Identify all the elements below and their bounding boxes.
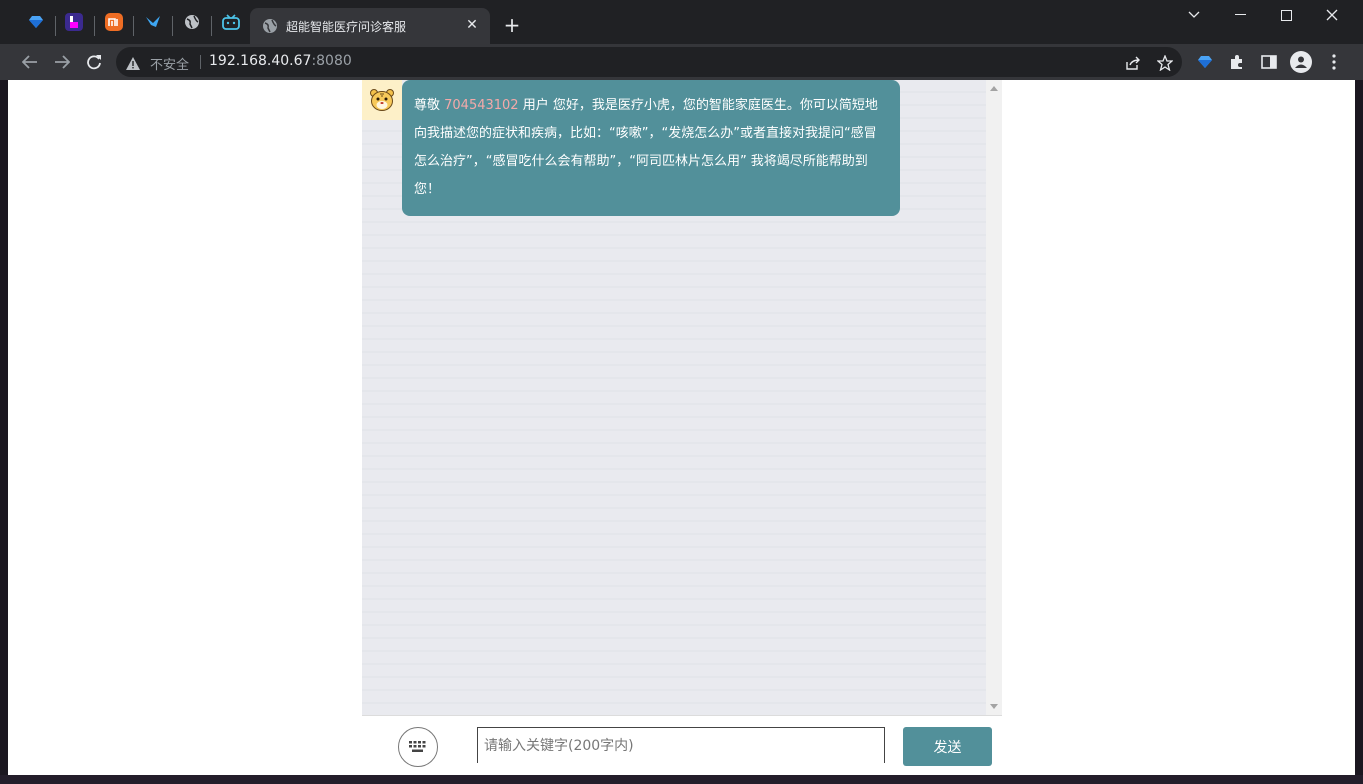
page-viewport: 尊敬 704543102 用户 您好，我是医疗小虎，您的智能家庭医生。你可以简短… [8,80,1355,775]
gem-icon[interactable] [27,13,45,31]
scroll-down-icon[interactable] [990,704,998,709]
profile-avatar-icon[interactable] [1290,51,1312,73]
url-text[interactable]: 192.168.40.67:8080 [209,53,352,69]
maximize-button[interactable] [1263,4,1309,26]
globe-icon[interactable] [183,13,201,31]
user-id: 704543102 [444,98,519,113]
share-icon[interactable] [1124,54,1142,72]
warning-icon[interactable] [126,55,140,74]
menu-dots-icon[interactable] [1325,53,1343,71]
tiger-avatar-icon [370,89,394,111]
chat-scrollbar[interactable] [986,80,1002,715]
active-tab[interactable]: 超能智能医疗问诊客服 ✕ [250,8,490,44]
side-panel-icon[interactable] [1260,53,1278,71]
bot-welcome-message: 尊敬 704543102 用户 您好，我是医疗小虎，您的智能家庭医生。你可以简短… [402,80,900,216]
gem-extension-icon[interactable] [1196,53,1214,71]
bilibili-icon[interactable] [222,13,240,31]
extensions-puzzle-icon[interactable] [1228,53,1246,71]
insecure-label: 不安全 [150,58,190,73]
browser-toolbar: 不安全 192.168.40.67:8080 [0,44,1363,80]
reload-icon[interactable] [82,50,106,74]
forward-arrow-icon[interactable] [50,50,74,74]
scroll-up-icon[interactable] [990,86,998,91]
back-arrow-icon[interactable] [18,50,42,74]
keyboard-icon [409,741,426,752]
bot-avatar [362,80,402,120]
keyboard-toggle-button[interactable] [398,727,438,767]
globe-icon [262,18,278,38]
address-bar[interactable]: 不安全 192.168.40.67:8080 [116,47,1182,77]
input-bar: 发送 [362,715,1002,775]
tab-title: 超能智能医疗问诊客服 [286,20,407,34]
mi-icon[interactable] [105,13,123,31]
close-window-button[interactable] [1309,4,1355,26]
new-tab-button[interactable]: + [500,13,524,37]
desktop-strip [0,775,1363,784]
browser-titlebar: 超能智能医疗问诊客服 ✕ + [0,0,1363,44]
bookmark-star-icon[interactable] [1156,54,1174,72]
minimize-button[interactable] [1217,4,1263,26]
bookmark-app-icon[interactable] [65,13,83,31]
bird-icon[interactable] [144,13,162,31]
tab-search-chevron-icon[interactable] [1171,4,1217,26]
send-button[interactable]: 发送 [903,727,992,766]
close-icon[interactable]: ✕ [462,15,482,35]
keyword-input[interactable] [477,727,885,763]
